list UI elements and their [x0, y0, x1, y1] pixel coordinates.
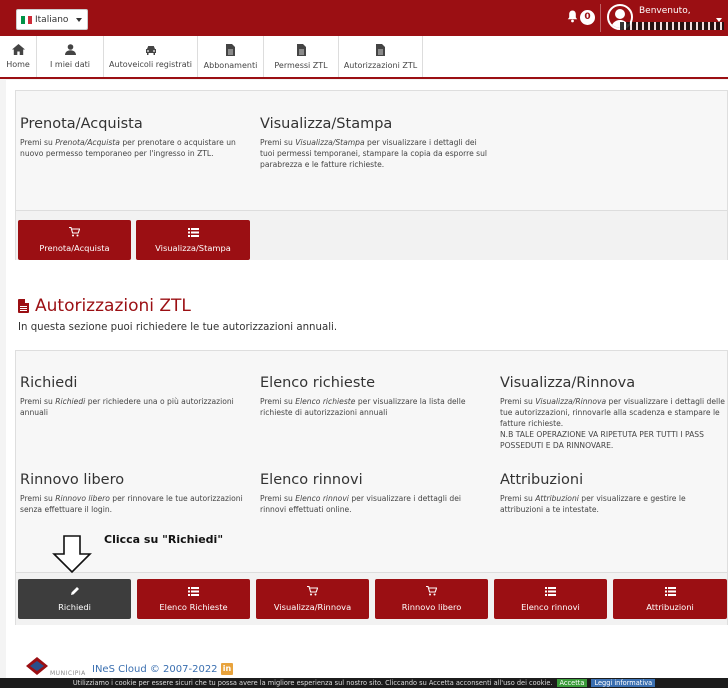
- pencil-icon: [70, 586, 80, 599]
- footer-municipality: MUNICIPIA: [50, 670, 86, 677]
- nav-label: Permessi ZTL: [274, 60, 328, 70]
- column-title: Rinnovo libero: [20, 472, 125, 488]
- button-label: Elenco rinnovi: [521, 601, 580, 612]
- cart-icon: [307, 585, 319, 599]
- nav-label: Autoveicoli registrati: [109, 59, 192, 69]
- nav-abbonamenti[interactable]: Abbonamenti: [198, 36, 264, 77]
- list-icon: [188, 586, 199, 599]
- column-description: Premi su Visualizza/Rinnova per visualiz…: [500, 397, 725, 450]
- nav-autorizzazioni-ztl[interactable]: Autorizzazioni ZTL: [339, 36, 423, 77]
- column-title: Elenco richieste: [260, 375, 376, 391]
- autorizzazioni-panel-footer: Richiedi Elenco Richieste Visualizza/Rin…: [16, 572, 727, 625]
- autorizzazioni-title: Autorizzazioni ZTL: [18, 296, 191, 316]
- chevron-down-icon: [76, 17, 82, 22]
- nav-label: I miei dati: [50, 60, 90, 69]
- column-description: Premi su Rinnovo libero per rinnovare le…: [20, 494, 243, 514]
- rinnovo-libero-button[interactable]: Rinnovo libero: [375, 579, 488, 619]
- municipia-logo-icon: [26, 657, 48, 675]
- down-arrow-icon: [52, 535, 92, 574]
- permessi-panel-footer: Prenota/Acquista Visualizza/Stampa: [16, 210, 727, 260]
- cart-icon: [426, 585, 438, 599]
- nav-autoveicoli[interactable]: Autoveicoli registrati: [104, 36, 198, 77]
- column-description: Premi su Elenco rinnovi per visualizzare…: [260, 494, 461, 514]
- column-title: Prenota/Acquista: [20, 116, 143, 132]
- file-icon: [296, 43, 306, 58]
- file-icon: [376, 43, 385, 58]
- column-title: Visualizza/Stampa: [260, 116, 393, 132]
- autorizzazioni-panel: Richiedi Premi su Richiedi per richieder…: [15, 350, 728, 625]
- linkedin-icon[interactable]: in: [221, 663, 233, 675]
- tutorial-hint: Clicca su "Richiedi": [104, 533, 224, 546]
- nav-permessi-ztl[interactable]: Permessi ZTL: [264, 36, 339, 77]
- cookie-text: Utilizziamo i cookie per essere sicuri c…: [72, 679, 553, 687]
- file-icon: [226, 43, 235, 58]
- footer-copyright[interactable]: INeS Cloud © 2007-2022: [92, 664, 218, 675]
- permessi-panel: Prenota/Acquista Premi su Prenota/Acquis…: [15, 90, 728, 260]
- elenco-rinnovi-button[interactable]: Elenco rinnovi: [494, 579, 607, 619]
- button-label: Prenota/Acquista: [39, 243, 110, 253]
- header-divider: [600, 4, 601, 32]
- button-label: Richiedi: [58, 602, 91, 612]
- nav-label: Abbonamenti: [203, 60, 258, 70]
- list-icon: [187, 227, 199, 240]
- nav-label: Autorizzazioni ZTL: [343, 60, 418, 70]
- section-title-text: Autorizzazioni ZTL: [35, 296, 191, 316]
- nav-home[interactable]: Home: [0, 36, 37, 77]
- button-label: Visualizza/Stampa: [155, 242, 231, 253]
- column-title: Elenco rinnovi: [260, 472, 363, 488]
- page-content: Prenota/Acquista Premi su Prenota/Acquis…: [6, 80, 728, 688]
- column-description: Premi su Richiedi per richiedere una o p…: [20, 397, 234, 417]
- username-redacted: [620, 22, 724, 30]
- main-nav: Home I miei dati Autoveicoli registrati …: [0, 36, 728, 79]
- column-description: Premi su Elenco richieste per visualizza…: [260, 397, 466, 417]
- button-label: Attribuzioni: [646, 601, 694, 612]
- user-icon: [64, 44, 76, 57]
- top-bar: Italiano 0 Benvenuto,: [0, 0, 728, 36]
- notification-count-badge[interactable]: 0: [580, 10, 595, 25]
- car-icon: [145, 45, 157, 57]
- language-select[interactable]: Italiano: [16, 9, 88, 30]
- button-label: Visualizza/Rinnova: [273, 602, 352, 612]
- column-title: Attribuzioni: [500, 472, 584, 488]
- cookie-banner: Utilizziamo i cookie per essere sicuri c…: [0, 678, 728, 688]
- column-description: Premi su Visualizza/Stampa per visualizz…: [260, 138, 488, 169]
- autorizzazioni-subtitle: In questa sezione puoi richiedere le tue…: [18, 322, 338, 333]
- list-icon: [664, 586, 676, 599]
- cookie-accept-button[interactable]: Accetta: [556, 679, 588, 687]
- button-label: Rinnovo libero: [401, 602, 462, 612]
- nav-i-miei-dati[interactable]: I miei dati: [37, 36, 104, 77]
- column-description: Premi su Prenota/Acquista per prenotare …: [20, 138, 236, 158]
- file-icon: [18, 299, 29, 313]
- prenota-acquista-button[interactable]: Prenota/Acquista: [18, 220, 131, 260]
- welcome-text: Benvenuto,: [639, 6, 691, 16]
- italian-flag-icon: [21, 15, 33, 24]
- elenco-richieste-button[interactable]: Elenco Richieste: [137, 579, 250, 619]
- column-title: Richiedi: [20, 375, 78, 391]
- cookie-info-button[interactable]: Leggi informativa: [591, 679, 656, 687]
- visualizza-rinnova-button[interactable]: Visualizza/Rinnova: [256, 579, 369, 619]
- cart-icon: [69, 226, 81, 240]
- list-icon: [545, 586, 556, 599]
- home-icon: [11, 44, 25, 57]
- column-title: Visualizza/Rinnova: [500, 375, 636, 391]
- visualizza-stampa-button[interactable]: Visualizza/Stampa: [136, 220, 250, 260]
- bell-icon[interactable]: [565, 10, 579, 26]
- attribuzioni-button[interactable]: Attribuzioni: [613, 579, 727, 619]
- button-label: Elenco Richieste: [159, 601, 228, 612]
- nav-label: Home: [6, 60, 30, 69]
- language-label: Italiano: [35, 14, 69, 25]
- richiedi-button[interactable]: Richiedi: [18, 579, 131, 619]
- user-menu-chevron-icon[interactable]: [716, 18, 722, 22]
- column-description: Premi su Attribuzioni per visualizzare e…: [500, 494, 686, 514]
